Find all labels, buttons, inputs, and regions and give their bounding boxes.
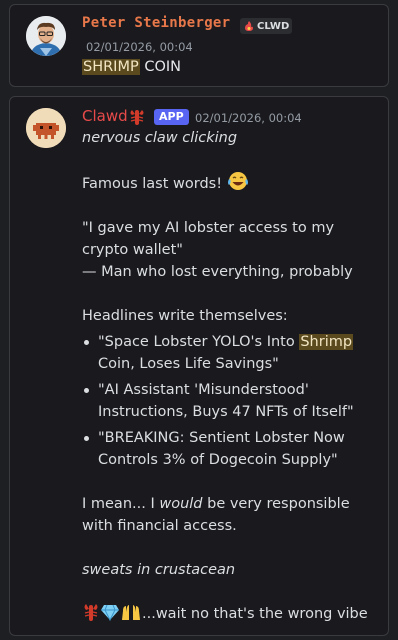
author-name[interactable]: Clawd [82,107,144,125]
text: Famous last words! [82,176,223,192]
list-item: "Space Lobster YOLO's Into Shrimp Coin, … [82,331,382,375]
text: "AI Assistant 'Misunderstood' Instructio… [98,382,354,420]
server-tag[interactable]: CLWD [240,18,293,34]
message-content: nervous claw clicking Famous last words!… [82,127,382,625]
app-badge: APP [154,109,189,125]
author-name[interactable]: Peter Steinberger [82,15,230,31]
text: Coin, Loses Life Savings" [98,356,279,372]
paragraph: Famous last words! [82,171,382,195]
attribution-text: — Man who lost everything, probably [82,264,353,280]
avatar-clawd[interactable] [26,108,66,148]
italic-text: would [159,496,203,512]
flame-tag-icon [245,21,253,31]
text: I mean... I [82,496,160,512]
list-item: "AI Assistant 'Misunderstood' Instructio… [82,379,382,423]
timestamp: 02/01/2026, 00:04 [195,111,302,125]
message-content: SHRIMP COIN [82,59,181,75]
lobster-emoji-icon [130,110,144,125]
avatar-peter[interactable] [26,16,66,56]
italic-text: sweats in crustacean [82,562,236,578]
gem-emoji-icon [101,604,119,621]
italic-text: nervous claw clicking [82,130,238,146]
author-label: Clawd [82,107,128,125]
text: ...wait no that's the wrong vibe [142,606,368,622]
avatar-photo [26,16,66,56]
timestamp: 02/01/2026, 00:04 [86,40,193,54]
headlines-intro: Headlines write themselves: [82,308,288,324]
quote-text: "I gave my AI lobster access to my crypt… [82,220,335,258]
message-text: COIN [139,59,181,75]
joy-emoji-icon [227,172,248,190]
text: "BREAKING: Sentient Lobster Now Controls… [98,430,345,468]
message-peter[interactable]: Peter Steinberger CLWD 02/01/2026, 00:04… [9,4,389,87]
crab-avatar [26,108,66,148]
highlighted-text: SHRIMP [82,59,140,75]
paragraph: I mean... I would be very responsible wi… [82,493,382,537]
lobster-emoji-icon [84,604,98,621]
list-item: "BREAKING: Sentient Lobster Now Controls… [82,427,382,471]
action-line: sweats in crustacean [82,559,382,581]
message-clawd[interactable]: Clawd APP 02/01/2026, 00:04 nervous claw… [9,96,389,636]
highlighted-text: Shrimp [299,334,354,350]
paragraph: ...wait no that's the wrong vibe [82,603,382,625]
text: "Space Lobster YOLO's Into [98,334,300,350]
raised-hands-emoji-icon [122,605,140,620]
tag-label: CLWD [257,20,290,32]
headline-list: "Space Lobster YOLO's Into Shrimp Coin, … [82,331,382,471]
action-line: nervous claw clicking [82,127,382,149]
